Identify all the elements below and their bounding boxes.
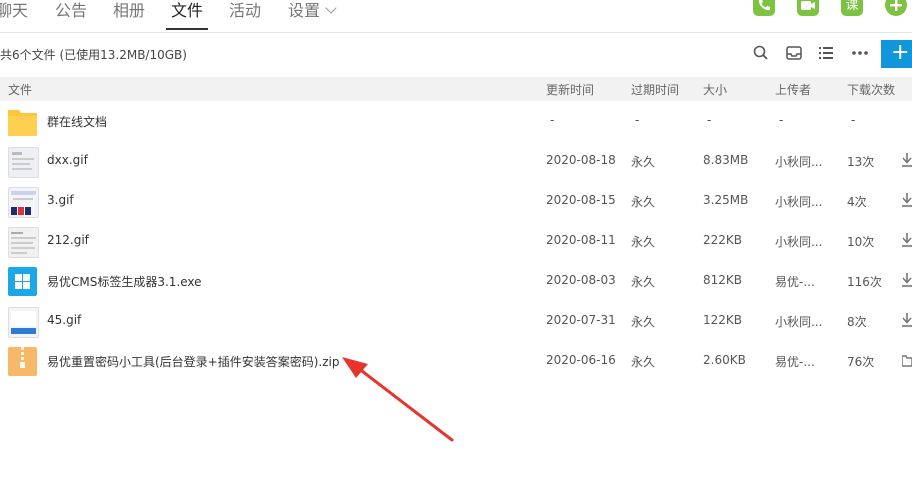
file-name[interactable]: 易优CMS标签生成器3.1.exe (47, 273, 202, 290)
phone-call-icon[interactable] (753, 0, 775, 16)
download-count: 13次 (847, 155, 875, 169)
expiry: - (635, 113, 640, 127)
open-folder-icon[interactable] (901, 353, 912, 367)
updated-date: 2020-06-16 (546, 353, 616, 367)
tab-chat[interactable]: 聊天 (0, 0, 28, 30)
list-view-icon[interactable] (817, 44, 835, 62)
table-row[interactable]: dxx.gif 2020-08-18 永久 8.83MB 小秋同... 13次 (0, 141, 912, 181)
expiry: 永久 (631, 315, 656, 329)
image-thumbnail (8, 307, 39, 338)
updated-date: 2020-08-18 (546, 153, 616, 167)
download-icon[interactable] (902, 273, 912, 287)
storage-summary: 共6个文件 (已使用13.2MB/10GB) (0, 48, 187, 62)
add-app-icon[interactable] (885, 0, 907, 16)
column-header-expires[interactable]: 过期时间 (631, 81, 679, 98)
table-row[interactable]: 易优CMS标签生成器3.1.exe 2020-08-03 永久 812KB 易优… (0, 261, 912, 301)
expiry: 永久 (631, 155, 656, 169)
file-size: 3.25MB (703, 193, 749, 207)
download-icon[interactable] (902, 233, 912, 247)
file-name[interactable]: 212.gif (47, 233, 89, 247)
annotation-arrow (342, 357, 454, 442)
tab-settings-label: 设置 (288, 1, 321, 20)
download-count: 76次 (847, 355, 875, 369)
updated-date: 2020-07-31 (546, 313, 616, 327)
file-name[interactable]: 群在线文档 (47, 113, 107, 130)
uploader: 小秋同... (775, 195, 823, 209)
exe-icon (8, 267, 37, 296)
upload-button[interactable]: + (881, 40, 912, 68)
course-icon[interactable]: 课 (841, 0, 863, 16)
search-icon[interactable] (752, 44, 770, 62)
table-row[interactable]: 3.gif 2020-08-15 永久 3.25MB 小秋同... 4次 (0, 181, 912, 221)
file-name[interactable]: 易优重置密码小工具(后台登录+插件安装答案密码).zip (47, 353, 339, 370)
download-count: 8次 (847, 315, 867, 329)
download-count: - (851, 113, 856, 127)
download-count: 4次 (847, 195, 867, 209)
tab-announcements[interactable]: 公告 (55, 0, 87, 30)
top-nav: 聊天 公告 相册 文件 活动 设置 课 (0, 0, 912, 33)
file-size: 122KB (703, 313, 743, 327)
uploader: 小秋同... (775, 235, 823, 249)
file-size: - (707, 113, 712, 127)
download-count: 10次 (847, 235, 875, 249)
expiry: 永久 (631, 235, 656, 249)
image-thumbnail (8, 187, 39, 218)
updated-date: 2020-08-15 (546, 193, 616, 207)
folder-icon (8, 107, 37, 136)
chevron-down-icon (325, 2, 337, 14)
file-size: 222KB (703, 233, 743, 247)
download-count: 116次 (847, 275, 882, 289)
file-name[interactable]: 45.gif (47, 313, 81, 327)
uploader: 易优-... (775, 275, 815, 289)
tab-album[interactable]: 相册 (113, 0, 145, 30)
uploader: 易优-... (775, 355, 815, 369)
file-name[interactable]: 3.gif (47, 193, 74, 207)
more-icon[interactable] (850, 44, 868, 62)
zip-icon (8, 347, 37, 376)
uploader: 小秋同... (775, 315, 823, 329)
file-size: 8.83MB (703, 153, 749, 167)
tab-settings[interactable]: 设置 (288, 0, 337, 30)
table-header: 文件 更新时间 过期时间 大小 上传者 下载次数 (0, 77, 912, 101)
column-header-uploader[interactable]: 上传者 (775, 81, 811, 98)
column-header-size[interactable]: 大小 (703, 81, 727, 98)
column-header-downloads[interactable]: 下载次数 (847, 81, 895, 98)
image-thumbnail (8, 147, 39, 178)
file-size: 812KB (703, 273, 743, 287)
expiry: 永久 (631, 355, 656, 369)
inbox-icon[interactable] (785, 44, 803, 62)
file-name[interactable]: dxx.gif (47, 153, 88, 167)
download-icon[interactable] (902, 193, 912, 207)
image-thumbnail (8, 227, 39, 258)
table-row[interactable]: 212.gif 2020-08-11 永久 222KB 小秋同... 10次 (0, 221, 912, 261)
video-call-icon[interactable] (797, 0, 819, 16)
file-size: 2.60KB (703, 353, 746, 367)
updated-date: 2020-08-11 (546, 233, 616, 247)
expiry: 永久 (631, 275, 656, 289)
tab-activities[interactable]: 活动 (229, 0, 261, 30)
uploader: - (779, 113, 784, 127)
expiry: 永久 (631, 195, 656, 209)
updated-date: - (550, 113, 555, 127)
updated-date: 2020-08-03 (546, 273, 616, 287)
table-row[interactable]: 45.gif 2020-07-31 永久 122KB 小秋同... 8次 (0, 301, 912, 341)
column-header-name[interactable]: 文件 (8, 81, 32, 98)
download-icon[interactable] (902, 313, 912, 327)
tab-files[interactable]: 文件 (165, 0, 209, 30)
download-icon[interactable] (902, 153, 912, 167)
column-header-updated[interactable]: 更新时间 (546, 81, 594, 98)
uploader: 小秋同... (775, 155, 823, 169)
table-row[interactable]: 群在线文档 - - - - - (0, 101, 912, 141)
